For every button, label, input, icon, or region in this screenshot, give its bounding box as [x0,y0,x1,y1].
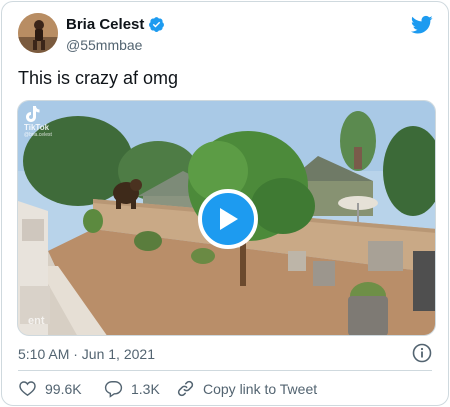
avatar[interactable] [18,13,58,53]
reply-bubble-icon [104,381,123,398]
user-handle[interactable]: @55mmbae [66,37,142,53]
reply-button[interactable]: 1.3K [104,379,160,398]
divider [18,370,432,371]
link-icon [177,380,194,397]
like-button[interactable]: 99.6K [18,379,82,398]
display-name[interactable]: Bria Celest [66,16,144,33]
avatar-image [18,13,58,53]
copy-link-label: Copy link to Tweet [203,380,318,397]
tweet-card[interactable]: Bria Celest @55mmbae This is crazy af om… [1,1,449,406]
play-button[interactable] [198,189,258,249]
verified-badge-icon [149,17,165,32]
heart-icon [19,381,36,397]
twitter-bird-icon[interactable] [411,15,433,35]
tiktok-handle: @bria.celest [24,132,52,138]
tiktok-label: TikTok [24,123,50,132]
tweet-timestamp[interactable]: 5:10 AM · Jun 1, 2021 [18,346,155,362]
reply-count: 1.3K [131,380,160,397]
like-count: 99.6K [45,380,82,397]
copy-link-button[interactable]: Copy link to Tweet [176,379,317,398]
play-icon [220,208,238,230]
tiktok-logo-icon [26,106,40,122]
tiktok-watermark: TikTok @bria.celest [24,105,54,138]
info-icon[interactable] [412,343,432,363]
tweet-text: This is crazy af omg [18,68,179,88]
video-player[interactable]: TikTok @bria.celest ent [17,100,436,336]
video-watermark: ent [28,315,45,327]
